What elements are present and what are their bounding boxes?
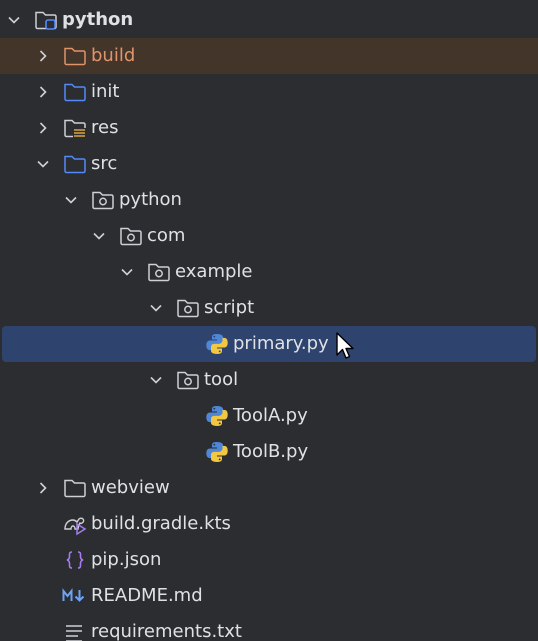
chevron-down-icon[interactable] <box>4 10 24 30</box>
json-file-icon <box>66 551 84 569</box>
python-file-icon <box>206 334 228 354</box>
chevron-right-icon[interactable] <box>33 82 53 102</box>
chevron-right-icon[interactable] <box>33 478 53 498</box>
package-folder-icon <box>92 191 114 210</box>
tree-row-requirements-txt[interactable]: requirements.txt <box>0 614 538 641</box>
python-file-icon <box>206 406 228 426</box>
tree-row-pip-json[interactable]: pip.json <box>0 542 538 578</box>
tree-label: ToolA.py <box>233 405 308 426</box>
tree-label: src <box>91 153 118 174</box>
tree-row-example[interactable]: example <box>0 254 538 290</box>
tree-row-res[interactable]: res <box>0 110 538 146</box>
mouse-cursor-icon <box>336 332 354 359</box>
tree-label: ToolB.py <box>233 441 309 462</box>
tree-row-python-package[interactable]: python <box>0 182 538 218</box>
resources-folder-icon <box>64 119 86 138</box>
chevron-down-icon[interactable] <box>89 226 109 246</box>
tree-label: python <box>119 189 182 210</box>
tree-label: res <box>91 117 119 138</box>
tree-row-build[interactable]: build <box>0 38 538 74</box>
tree-label: pip.json <box>91 549 162 570</box>
package-folder-icon <box>148 263 170 282</box>
tree-label: requirements.txt <box>91 621 242 641</box>
tree-row-python-root[interactable]: python <box>0 2 538 38</box>
package-folder-icon <box>177 371 199 390</box>
folder-icon <box>64 479 86 498</box>
tree-label: python <box>62 9 134 30</box>
folder-icon <box>64 155 86 174</box>
chevron-down-icon[interactable] <box>146 298 166 318</box>
tree-label: init <box>91 81 120 102</box>
tree-label: script <box>204 297 255 318</box>
python-file-icon <box>206 442 228 462</box>
tree-row-script[interactable]: script <box>0 290 538 326</box>
gradle-file-icon <box>64 517 87 536</box>
package-folder-icon <box>177 299 199 318</box>
tree-label: primary.py <box>233 333 329 354</box>
tree-label: webview <box>91 477 170 498</box>
chevron-down-icon[interactable] <box>117 262 137 282</box>
tree-row-init[interactable]: init <box>0 74 538 110</box>
chevron-down-icon[interactable] <box>33 154 53 174</box>
chevron-down-icon[interactable] <box>61 190 81 210</box>
tree-row-build-gradle-kts[interactable]: build.gradle.kts <box>0 506 538 542</box>
chevron-right-icon[interactable] <box>33 46 53 66</box>
excluded-folder-icon <box>64 47 86 66</box>
tree-row-com[interactable]: com <box>0 218 538 254</box>
text-file-icon <box>66 625 82 641</box>
tree-label: README.md <box>91 585 203 606</box>
tree-label: com <box>147 225 186 246</box>
markdown-file-icon <box>62 588 85 602</box>
tree-row-readme-md[interactable]: README.md <box>0 578 538 614</box>
tree-label: build.gradle.kts <box>91 513 231 534</box>
chevron-right-icon[interactable] <box>33 118 53 138</box>
tree-row-toolb-py[interactable]: ToolB.py <box>0 434 538 470</box>
tree-label: example <box>175 261 253 282</box>
project-tree: python build init res src python com exa… <box>0 0 538 641</box>
tree-row-primary-py[interactable]: primary.py <box>2 326 536 362</box>
tree-label: build <box>91 45 136 66</box>
chevron-down-icon[interactable] <box>146 370 166 390</box>
tree-row-webview[interactable]: webview <box>0 470 538 506</box>
package-folder-icon <box>120 227 142 246</box>
module-folder-icon <box>35 11 57 30</box>
tree-row-toola-py[interactable]: ToolA.py <box>0 398 538 434</box>
tree-label: tool <box>204 369 239 390</box>
tree-row-src[interactable]: src <box>0 146 538 182</box>
folder-icon <box>64 83 86 102</box>
tree-row-tool[interactable]: tool <box>0 362 538 398</box>
